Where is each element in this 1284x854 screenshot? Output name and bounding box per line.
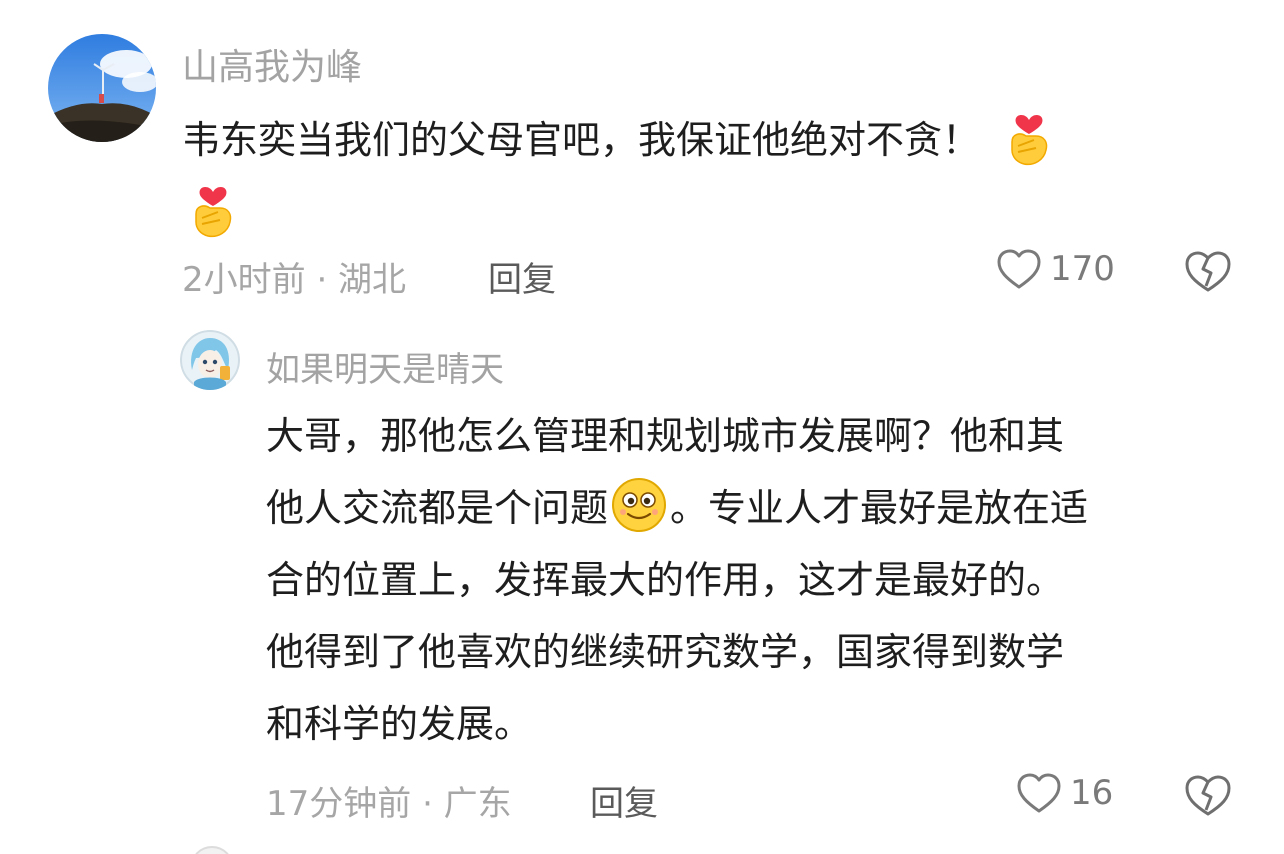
comment-text: 韦东奕当我们的父母官吧，我保证他绝对不贪！ [182,104,1242,248]
reply-text-line: 他得到了他喜欢的继续研究数学，国家得到数学 [266,630,1065,674]
comment-thread: 山高我为峰 韦东奕当我们的父母官吧，我保证他绝对不贪！ 2小时前 · 湖北 回复… [0,0,1284,854]
reply-text-line: 大哥，那他怎么管理和规划城市发展啊？他和其 [266,414,1065,458]
reply-button[interactable]: 回复 [590,776,658,825]
comment-username[interactable]: 山高我为峰 [182,38,362,90]
reply-text: 大哥，那他怎么管理和规划城市发展啊？他和其 他人交流都是个问题 。专业人才最好是… [266,400,1256,760]
next-comment-avatar[interactable] [190,846,234,854]
like-count: 16 [1070,773,1114,813]
heart-outline-icon [997,249,1041,289]
comment-timestamp-location: 2小时前 · 湖北 [182,260,407,300]
like-count: 170 [1050,249,1115,289]
broken-heart-icon [1185,251,1231,292]
reply-text-line: 。专业人才最好是放在适 [670,486,1089,530]
broken-heart-icon [1185,775,1231,816]
finger-heart-icon [1004,106,1054,174]
avatar[interactable] [48,34,156,142]
dislike-button[interactable] [1184,774,1232,822]
heart-outline-icon [1017,773,1061,813]
reply-text-line: 合的位置上，发挥最大的作用，这才是最好的。 [266,558,1065,602]
like-button[interactable]: 170 [996,248,1115,290]
avatar[interactable] [180,330,240,390]
like-button[interactable]: 16 [1016,772,1113,814]
reply-username[interactable]: 如果明天是晴天 [266,342,504,391]
smiling-face-icon [610,476,668,540]
reply-text-line: 他人交流都是个问题 [266,486,609,530]
reply-button[interactable]: 回复 [488,252,556,301]
reply-timestamp-location: 17分钟前 · 广东 [266,784,512,824]
avatar-mountain-image [48,34,156,142]
finger-heart-icon [188,178,238,246]
dislike-button[interactable] [1184,250,1232,298]
reply-text-line: 和科学的发展。 [266,702,533,746]
comment-text-line: 韦东奕当我们的父母官吧，我保证他绝对不贪！ [182,118,981,162]
avatar-anime-image [180,330,240,390]
